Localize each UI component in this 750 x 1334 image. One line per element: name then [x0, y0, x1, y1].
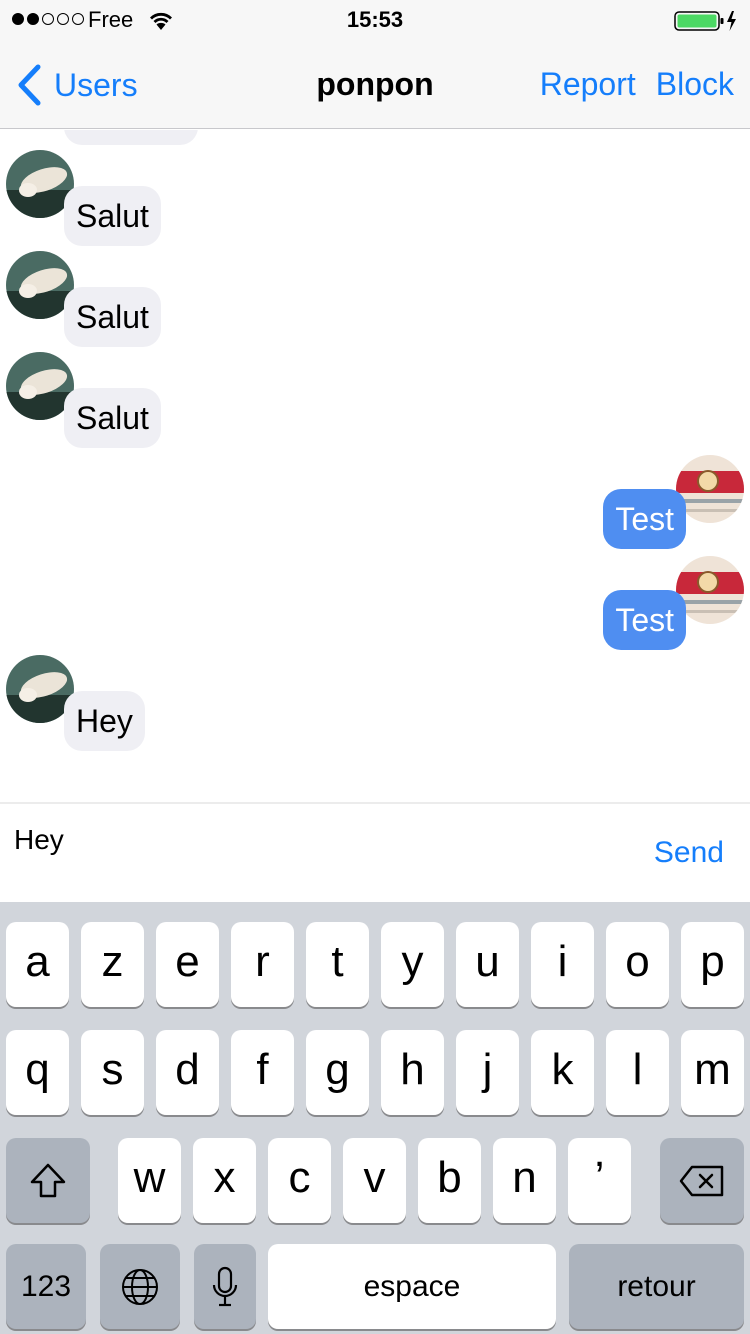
- key[interactable]: g: [306, 1030, 369, 1115]
- key[interactable]: o: [606, 922, 669, 1007]
- key[interactable]: d: [156, 1030, 219, 1115]
- key[interactable]: m: [681, 1030, 744, 1115]
- key[interactable]: a: [6, 922, 69, 1007]
- return-key[interactable]: retour: [569, 1244, 744, 1329]
- navigation-bar: Users ponpon Report Block: [0, 40, 750, 129]
- message-bubble[interactable]: Hey: [64, 691, 145, 751]
- avatar[interactable]: [676, 455, 744, 523]
- message-composer: Hey Send: [0, 802, 750, 902]
- send-button[interactable]: Send: [654, 836, 724, 870]
- message-row: Hey: [0, 635, 750, 751]
- message-row: Test: [0, 433, 750, 549]
- back-button-label: Users: [54, 66, 138, 103]
- status-time: 15:53: [346, 7, 404, 32]
- key[interactable]: z: [81, 922, 144, 1007]
- key[interactable]: j: [456, 1030, 519, 1115]
- shift-icon: [30, 1163, 66, 1197]
- key[interactable]: s: [81, 1030, 144, 1115]
- key[interactable]: i: [531, 922, 594, 1007]
- key[interactable]: n: [493, 1138, 556, 1223]
- avatar[interactable]: [676, 556, 744, 624]
- key[interactable]: e: [156, 922, 219, 1007]
- key[interactable]: v: [343, 1138, 406, 1223]
- microphone-icon: [212, 1266, 238, 1306]
- battery-charging-icon: [674, 11, 736, 31]
- key[interactable]: p: [681, 922, 744, 1007]
- key[interactable]: r: [231, 922, 294, 1007]
- key[interactable]: w: [118, 1138, 181, 1223]
- backspace-key[interactable]: [660, 1138, 744, 1223]
- key[interactable]: y: [381, 922, 444, 1007]
- report-button[interactable]: Report: [540, 66, 636, 103]
- key[interactable]: q: [6, 1030, 69, 1115]
- message-list[interactable]: Salut Salut Salut Test Test Hey: [0, 130, 750, 802]
- key[interactable]: l: [606, 1030, 669, 1115]
- key[interactable]: c: [268, 1138, 331, 1223]
- key[interactable]: t: [306, 922, 369, 1007]
- globe-key[interactable]: [100, 1244, 180, 1329]
- back-button[interactable]: Users: [16, 64, 138, 106]
- key[interactable]: u: [456, 922, 519, 1007]
- shift-key[interactable]: [6, 1138, 90, 1223]
- backspace-icon: [679, 1165, 724, 1196]
- message-row: Test: [0, 534, 750, 650]
- status-bar: Free 15:53: [0, 0, 750, 40]
- chevron-left-icon: [18, 64, 41, 106]
- key[interactable]: h: [381, 1030, 444, 1115]
- message-row: Salut: [0, 130, 750, 246]
- key[interactable]: ’: [568, 1138, 631, 1223]
- message-input[interactable]: Hey: [14, 824, 64, 856]
- key[interactable]: f: [231, 1030, 294, 1115]
- numbers-key[interactable]: 123: [6, 1244, 86, 1329]
- globe-icon: [122, 1268, 158, 1305]
- key[interactable]: x: [193, 1138, 256, 1223]
- keyboard: a z e r t y u i o p q s d f g h j k l m …: [0, 902, 750, 1334]
- block-button[interactable]: Block: [656, 66, 734, 103]
- message-row: Salut: [0, 332, 750, 448]
- dictation-key[interactable]: [194, 1244, 256, 1329]
- key[interactable]: b: [418, 1138, 481, 1223]
- space-key[interactable]: espace: [268, 1244, 556, 1329]
- message-row: Salut: [0, 231, 750, 347]
- key[interactable]: k: [531, 1030, 594, 1115]
